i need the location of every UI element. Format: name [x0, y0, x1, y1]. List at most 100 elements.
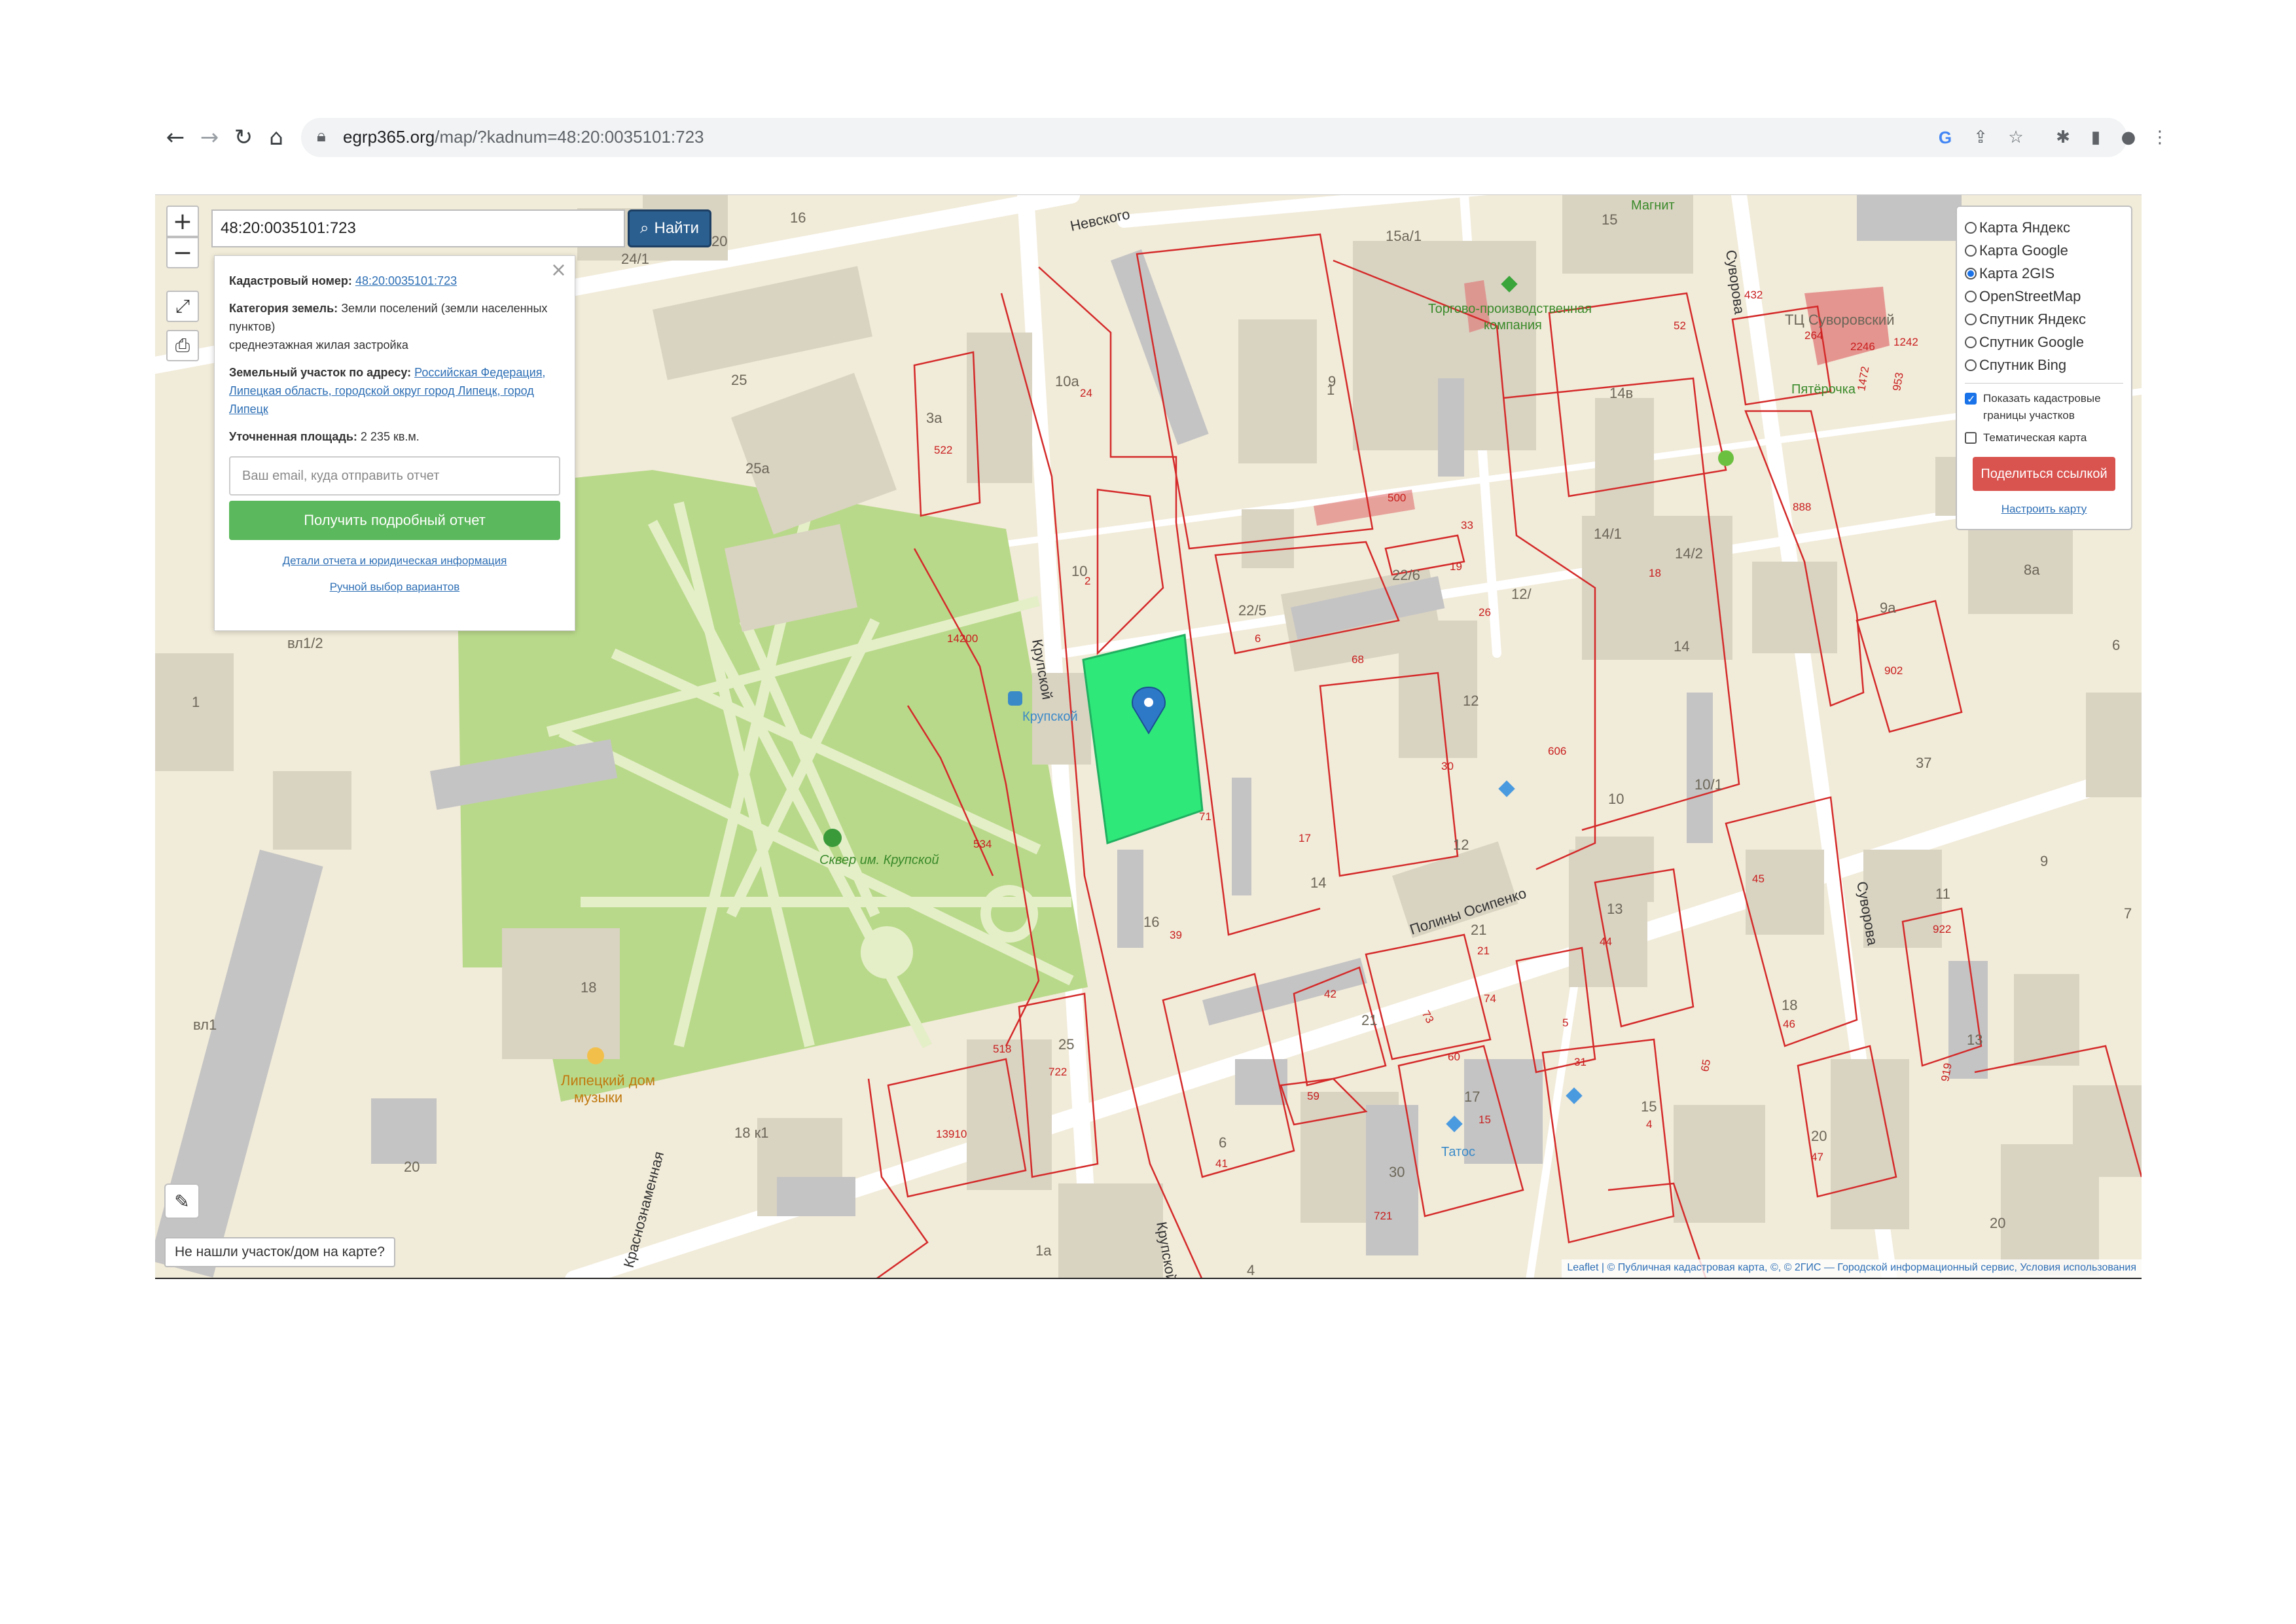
- ruler-icon[interactable]: ✎: [164, 1183, 200, 1219]
- svg-text:46: 46: [1783, 1018, 1795, 1030]
- svg-text:18 к1: 18 к1: [734, 1125, 768, 1141]
- selected-parcel[interactable]: [1082, 634, 1204, 845]
- map-container[interactable]: Невского Крупской Полины Осипенко Суворо…: [155, 194, 2142, 1279]
- manual-choice-link[interactable]: Ручной выбор вариантов: [330, 581, 460, 593]
- profile-icon[interactable]: ●: [2115, 124, 2142, 151]
- svg-text:74: 74: [1484, 992, 1496, 1005]
- bus-stop-icon[interactable]: [1008, 691, 1022, 706]
- svg-text:17: 17: [1464, 1089, 1480, 1105]
- report-details-link[interactable]: Детали отчета и юридическая информация: [283, 554, 507, 567]
- layer-option-yandex-satellite[interactable]: Спутник Яндекс: [1965, 308, 2123, 331]
- svg-text:вл1/2: вл1/2: [287, 635, 323, 651]
- layer-option-google-map[interactable]: Карта Google: [1965, 239, 2123, 262]
- sidepanel-icon[interactable]: ▮: [2083, 124, 2109, 151]
- svg-text:14/1: 14/1: [1594, 526, 1622, 542]
- svg-text:68: 68: [1352, 653, 1364, 666]
- layer-option-2gis-map[interactable]: Карта 2GIS: [1965, 262, 2123, 285]
- svg-text:10: 10: [1608, 791, 1624, 807]
- svg-text:Магнит: Магнит: [1631, 198, 1675, 213]
- svg-text:902: 902: [1884, 664, 1903, 677]
- address-bar[interactable]: 🔒︎ egrp365.org/map/?kadnum=48:20:0035101…: [301, 118, 2127, 157]
- layer-option-osm[interactable]: OpenStreetMap: [1965, 285, 2123, 308]
- svg-text:1: 1: [1327, 382, 1335, 398]
- svg-text:432: 432: [1744, 289, 1763, 301]
- svg-text:Невского: Невского: [1069, 206, 1132, 234]
- svg-text:9а: 9а: [1880, 600, 1896, 616]
- search-button[interactable]: ⌕ Найти: [628, 209, 711, 247]
- svg-text:47: 47: [1811, 1151, 1823, 1163]
- svg-text:1242: 1242: [1893, 336, 1918, 348]
- extensions-icon[interactable]: ✱: [2050, 124, 2076, 151]
- svg-text:500: 500: [1388, 492, 1406, 504]
- music-house-icon[interactable]: [587, 1047, 604, 1064]
- svg-text:15: 15: [1602, 211, 1617, 228]
- close-icon[interactable]: ×: [550, 261, 567, 280]
- layer-option-yandex-map[interactable]: Карта Яндекс: [1965, 216, 2123, 239]
- thematic-map-checkbox[interactable]: Тематическая карта: [1965, 429, 2123, 446]
- share-link-button[interactable]: Поделиться ссылкой: [1973, 457, 2115, 491]
- svg-text:2246: 2246: [1850, 340, 1875, 353]
- svg-text:25а: 25а: [745, 460, 770, 477]
- home-icon[interactable]: ⌂: [262, 123, 291, 152]
- leaflet-link[interactable]: Leaflet: [1567, 1262, 1598, 1273]
- svg-text:888: 888: [1793, 501, 1811, 513]
- svg-text:18: 18: [1782, 997, 1797, 1013]
- print-icon[interactable]: ⎙: [166, 330, 199, 361]
- reload-icon[interactable]: ↻: [229, 123, 258, 152]
- svg-text:Липецкий дом: Липецкий дом: [561, 1072, 655, 1089]
- fullscreen-icon[interactable]: ⤢: [166, 291, 199, 322]
- map-attribution: Leaflet | © Публичная кадастровая карта,…: [1562, 1259, 2142, 1278]
- search-icon: ⌕: [640, 219, 649, 237]
- svg-text:30: 30: [1389, 1164, 1405, 1180]
- svg-text:15а/1: 15а/1: [1386, 228, 1422, 244]
- zoom-out-button[interactable]: −: [166, 237, 199, 268]
- zoom-in-button[interactable]: +: [166, 206, 199, 237]
- svg-text:22/6: 22/6: [1392, 567, 1420, 583]
- svg-text:1: 1: [192, 694, 200, 710]
- svg-text:31: 31: [1574, 1056, 1587, 1068]
- svg-text:4: 4: [1247, 1262, 1255, 1278]
- email-field[interactable]: Ваш email, куда отправить отчет: [229, 456, 560, 496]
- svg-text:1а: 1а: [1035, 1242, 1052, 1259]
- svg-text:21: 21: [1477, 945, 1490, 957]
- svg-text:18: 18: [581, 979, 596, 996]
- parcel-info-popup: × Кадастровый номер: 48:20:0035101:723 К…: [214, 255, 575, 631]
- svg-text:14/2: 14/2: [1675, 545, 1703, 562]
- back-icon[interactable]: ←: [161, 123, 190, 152]
- menu-icon[interactable]: ⋮: [2147, 124, 2173, 151]
- svg-text:15: 15: [1479, 1113, 1491, 1126]
- show-borders-checkbox[interactable]: Показать кадастровые границы участков: [1965, 390, 2123, 424]
- svg-text:8а: 8а: [2024, 562, 2040, 578]
- svg-text:522: 522: [934, 444, 952, 456]
- svg-text:45: 45: [1752, 873, 1765, 885]
- forward-icon[interactable]: →: [195, 123, 224, 152]
- not-found-button[interactable]: Не нашли участок/дом на карте?: [164, 1237, 395, 1267]
- url-text[interactable]: egrp365.org/map/?kadnum=48:20:0035101:72…: [343, 127, 704, 147]
- get-report-button[interactable]: Получить подробный отчет: [229, 501, 560, 540]
- svg-text:12: 12: [1453, 837, 1469, 853]
- svg-text:6: 6: [1255, 632, 1261, 645]
- svg-text:42: 42: [1324, 988, 1336, 1000]
- setup-map-link[interactable]: Настроить карту: [1965, 503, 2123, 516]
- bookmark-star-icon[interactable]: ☆: [2003, 124, 2029, 151]
- lock-icon: 🔒︎: [317, 126, 326, 146]
- svg-text:11: 11: [1935, 886, 1950, 902]
- layer-option-google-satellite[interactable]: Спутник Google: [1965, 331, 2123, 353]
- share-icon[interactable]: ⇪: [1967, 124, 1994, 151]
- google-icon[interactable]: G: [1932, 124, 1958, 151]
- cadnum-search-input[interactable]: 48:20:0035101:723: [211, 209, 625, 247]
- svg-text:5: 5: [1562, 1017, 1568, 1029]
- svg-text:9: 9: [2040, 853, 2048, 869]
- cadnum-link[interactable]: 48:20:0035101:723: [355, 274, 457, 287]
- svg-text:16: 16: [790, 209, 806, 226]
- svg-text:25: 25: [1058, 1036, 1074, 1053]
- svg-text:22/5: 22/5: [1238, 602, 1266, 619]
- park-tree-icon[interactable]: [823, 829, 842, 847]
- svg-text:20: 20: [711, 233, 727, 249]
- svg-text:20: 20: [1990, 1215, 2005, 1231]
- svg-text:14в: 14в: [1609, 385, 1633, 401]
- svg-text:71: 71: [1199, 810, 1211, 823]
- layer-option-bing-satellite[interactable]: Спутник Bing: [1965, 353, 2123, 376]
- svg-text:12: 12: [1463, 693, 1479, 709]
- svg-text:13910: 13910: [936, 1128, 967, 1140]
